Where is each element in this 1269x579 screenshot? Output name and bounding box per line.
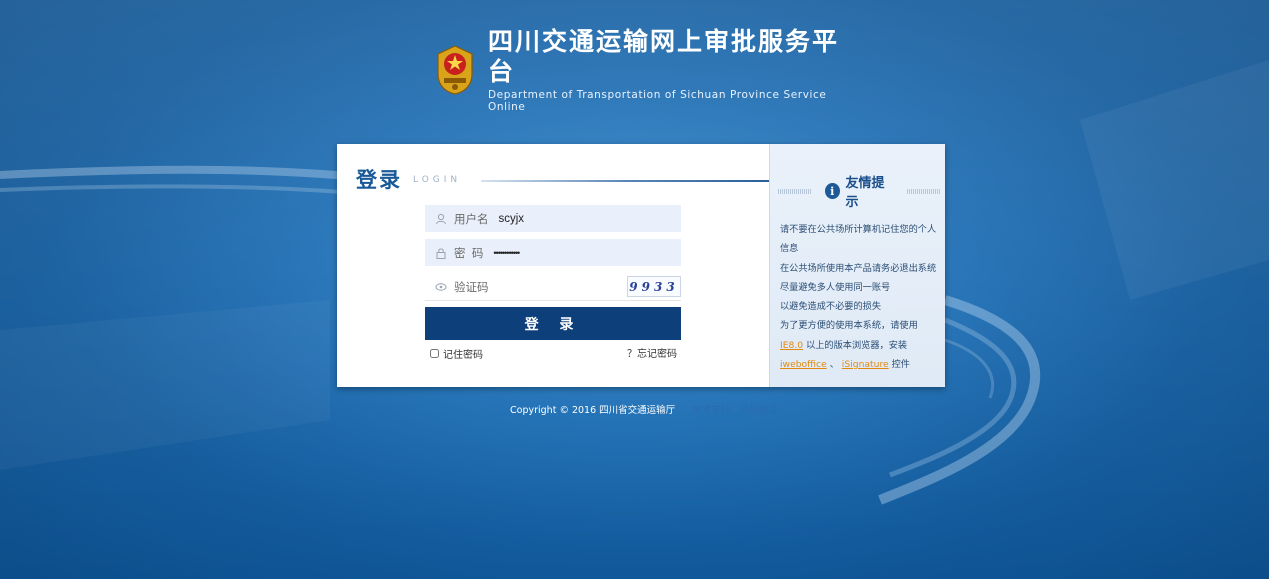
login-form: 登录 LOGIN 用户名 scyjx 密 码 •••••••••••• 验证码 …: [337, 144, 769, 387]
tech-support-text: 技术支持：佳软信息: [692, 405, 778, 416]
tip-line: 以避免造成不必要的损失: [780, 301, 882, 313]
eye-icon: [434, 280, 448, 294]
site-subtitle: Department of Transportation of Sichuan …: [488, 89, 827, 113]
isignature-link[interactable]: iSignature: [842, 359, 889, 370]
tip-text: 控件: [891, 359, 910, 371]
tip-line: 为了更方便的使用本系统，请使用 IE8.0 以上的版本浏览器，安装 iwebof…: [780, 316, 942, 374]
tips-header: i 友情提示: [778, 172, 940, 210]
lock-icon: [434, 246, 448, 260]
copyright-text: Copyright © 2016 四川省交通运输厅: [510, 405, 676, 416]
tips-content: 请不要在公共场所计算机记住您的个人信息 在公共场所使用本产品请务必退出系统 尽量…: [780, 220, 942, 374]
info-icon: i: [824, 183, 840, 199]
user-icon: [434, 212, 448, 226]
login-button[interactable]: 登 录: [425, 307, 681, 340]
site-header: 四川交通运输网上审批服务平台 Department of Transportat…: [432, 27, 862, 113]
page-footer: Copyright © 2016 四川省交通运输厅 技术支持：佳软信息: [510, 402, 778, 416]
tips-title: 友情提示: [845, 176, 885, 210]
username-label: 用户名: [454, 213, 489, 226]
decorative-stripes: [907, 188, 940, 194]
login-heading: 登录: [356, 168, 402, 192]
site-title: 四川交通运输网上审批服务平台: [488, 27, 840, 86]
login-panel: 登录 LOGIN 用户名 scyjx 密 码 •••••••••••• 验证码 …: [337, 144, 945, 387]
tip-line: 在公共场所使用本产品请务必退出系统: [780, 262, 937, 274]
tip-line: 尽量避免多人使用同一账号: [780, 281, 891, 293]
decorative-stripes: [778, 188, 811, 194]
tip-text: 为了更方便的使用本系统，请使用: [780, 320, 918, 332]
remember-password-checkbox[interactable]: [430, 349, 439, 358]
ie8-link[interactable]: IE8.0: [780, 340, 803, 351]
password-label: 密 码: [454, 247, 484, 260]
remember-password-label: 记住密码: [443, 350, 483, 361]
password-value[interactable]: ••••••••••••: [493, 248, 520, 258]
tip-text: 、: [829, 359, 839, 371]
forgot-password-link[interactable]: ？忘记密码: [627, 345, 677, 360]
national-emblem-icon: [437, 45, 473, 95]
login-subheading: LOGIN: [413, 175, 462, 185]
remember-password[interactable]: 记住密码: [430, 346, 483, 361]
username-field[interactable]: 用户名 scyjx: [425, 205, 681, 232]
tips-panel: i 友情提示 请不要在公共场所计算机记住您的个人信息 在公共场所使用本产品请务必…: [769, 144, 945, 387]
iweboffice-link[interactable]: iweboffice: [780, 359, 827, 370]
captcha-field[interactable]: 验证码 9933: [425, 274, 681, 301]
captcha-label: 验证码: [454, 282, 489, 294]
captcha-image[interactable]: 9933: [627, 276, 681, 297]
username-value[interactable]: scyjx: [499, 213, 525, 225]
password-field[interactable]: 密 码 ••••••••••••: [425, 239, 681, 266]
tip-line: 请不要在公共场所计算机记住您的个人信息: [780, 224, 937, 255]
heading-divider: [481, 180, 769, 182]
tip-text: 以上的版本浏览器，安装: [806, 339, 908, 351]
